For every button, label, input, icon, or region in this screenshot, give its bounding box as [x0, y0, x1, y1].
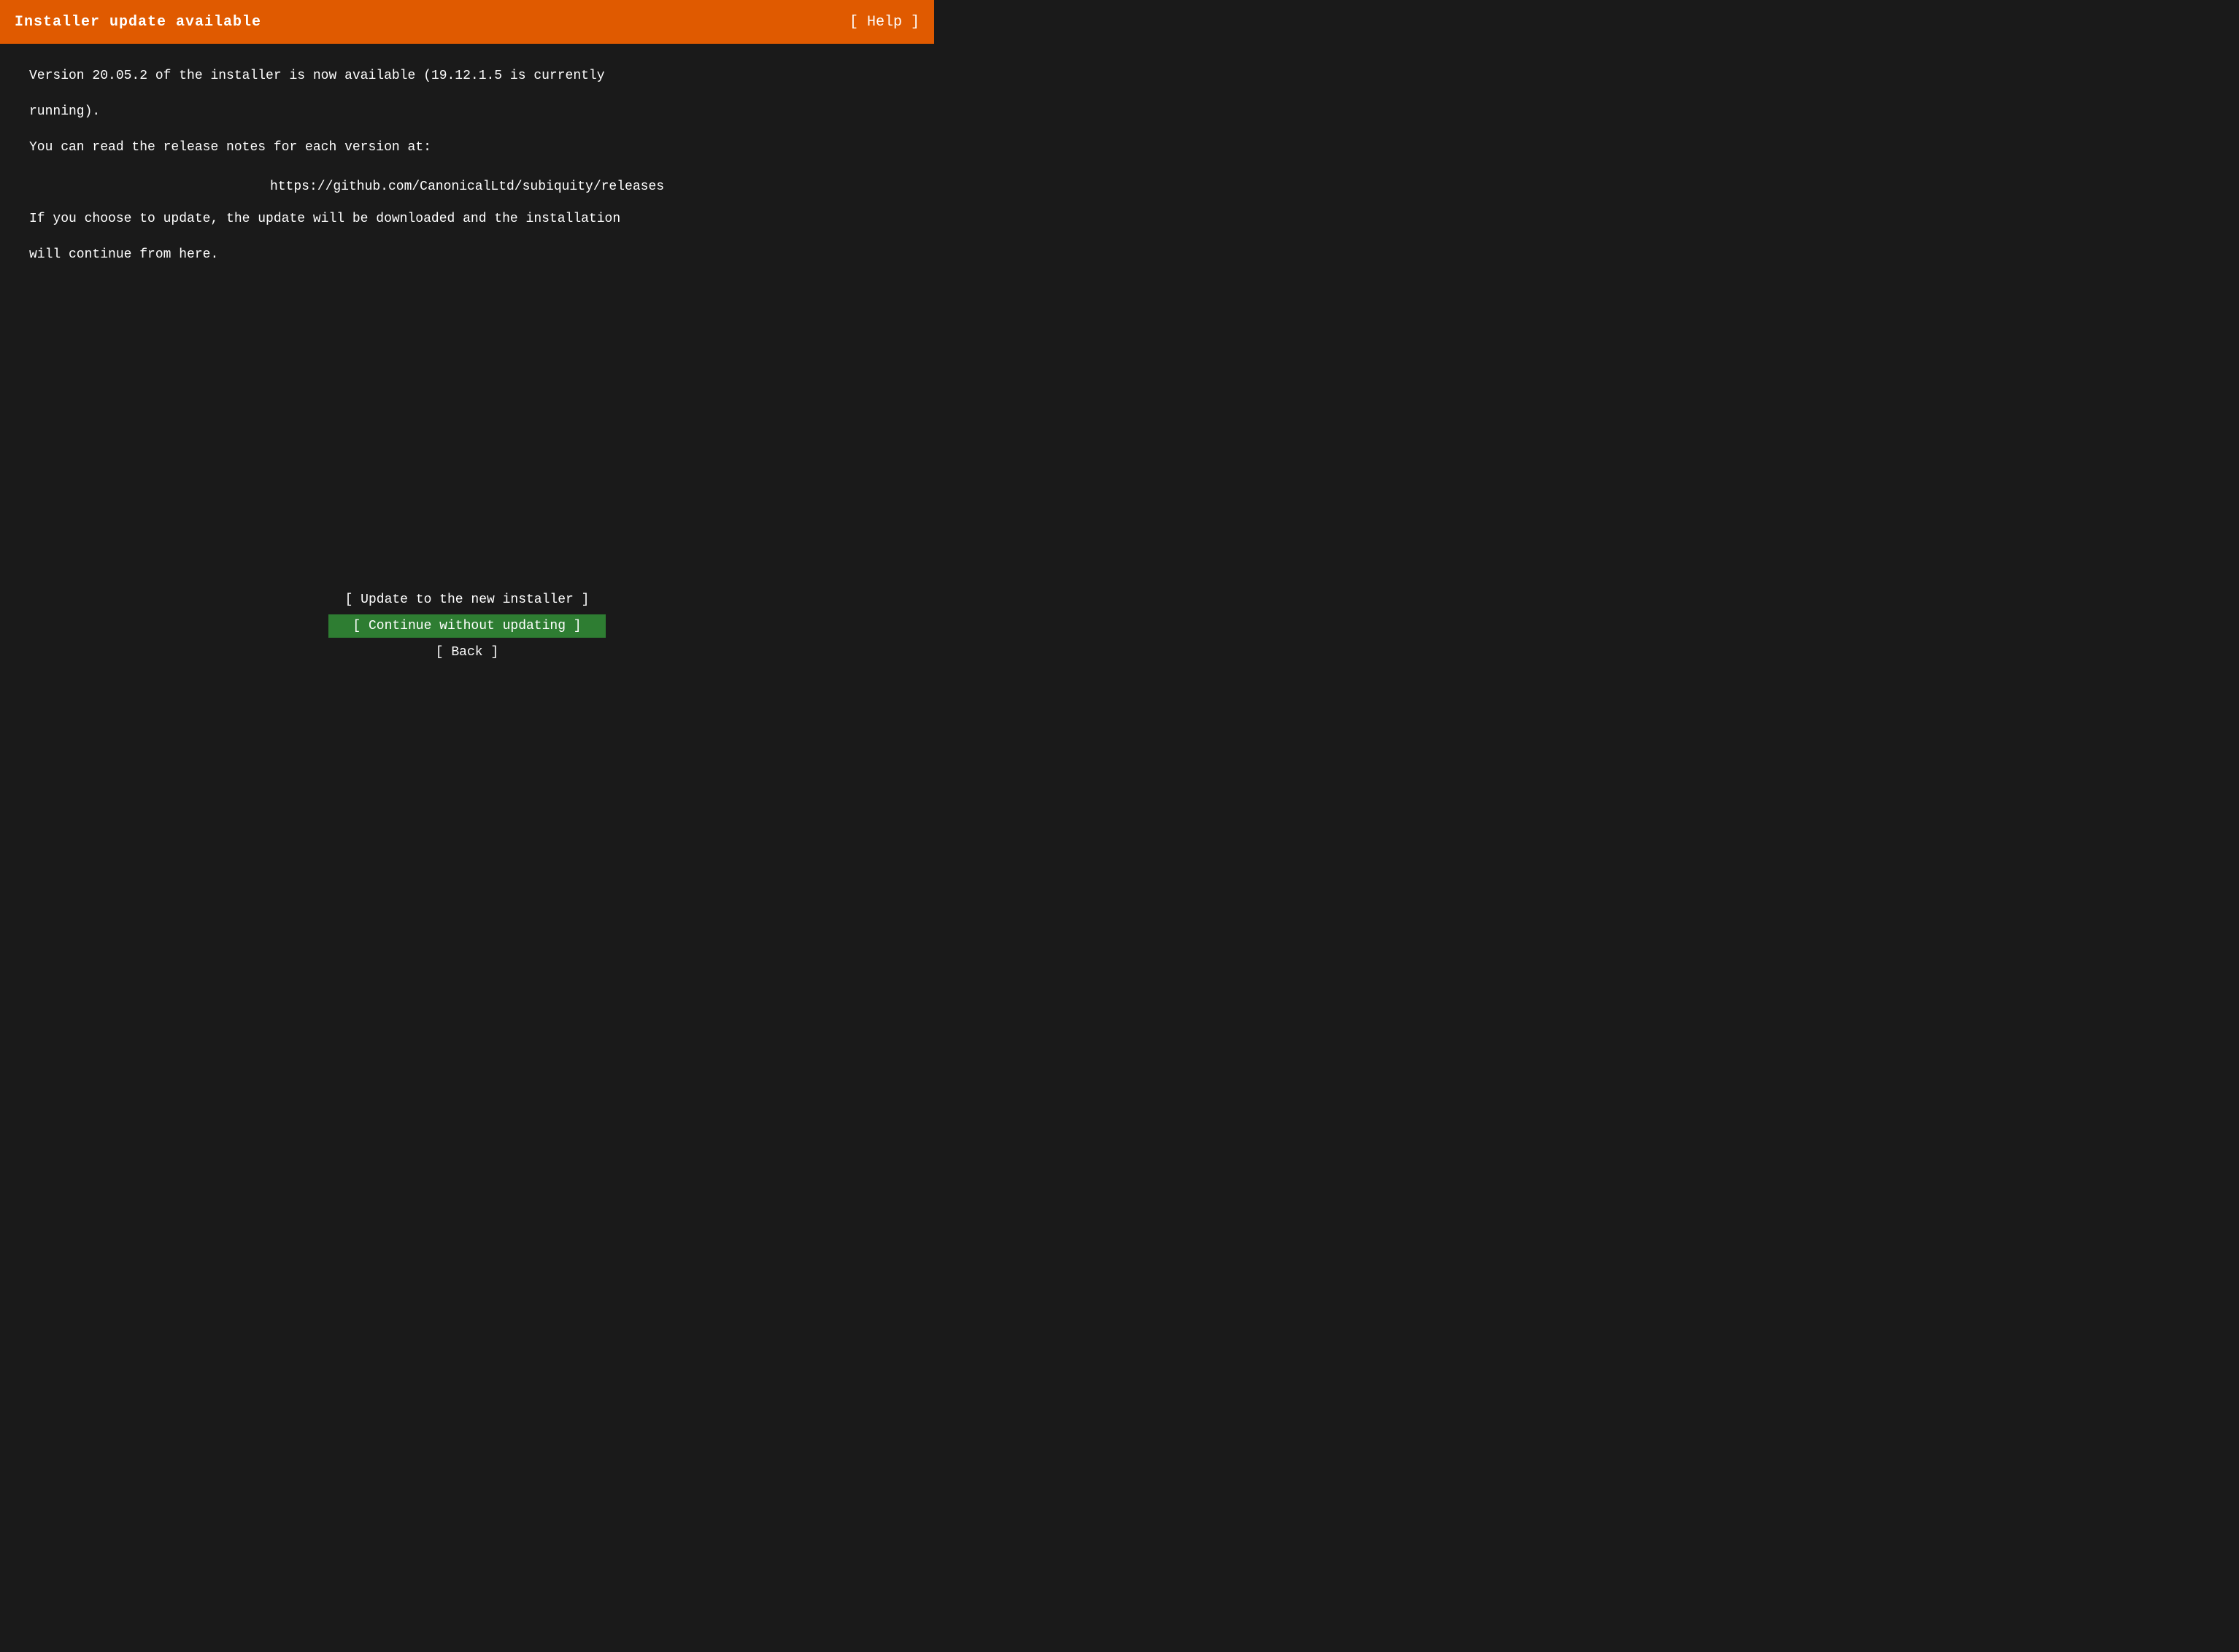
content-area: Version 20.05.2 of the installer is now … — [0, 44, 934, 700]
help-button[interactable]: [ Help ] — [849, 14, 920, 31]
back-button[interactable]: [ Back ] — [328, 641, 606, 664]
header-bar: Installer update available [ Help ] — [0, 0, 934, 44]
info-line-3: You can read the release notes for each … — [29, 137, 905, 158]
info-line-1: Version 20.05.2 of the installer is now … — [29, 66, 905, 87]
buttons-area: [ Update to the new installer ] [ Contin… — [29, 588, 905, 664]
spacer — [29, 280, 905, 588]
update-button[interactable]: [ Update to the new installer ] — [323, 588, 612, 611]
info-line-4: If you choose to update, the update will… — [29, 209, 905, 230]
header-title: Installer update available — [15, 14, 261, 31]
release-url: https://github.com/CanonicalLtd/subiquit… — [29, 180, 905, 194]
info-line-2: running). — [29, 101, 905, 123]
info-line-5: will continue from here. — [29, 244, 905, 266]
continue-without-updating-button[interactable]: [ Continue without updating ] — [328, 614, 606, 638]
